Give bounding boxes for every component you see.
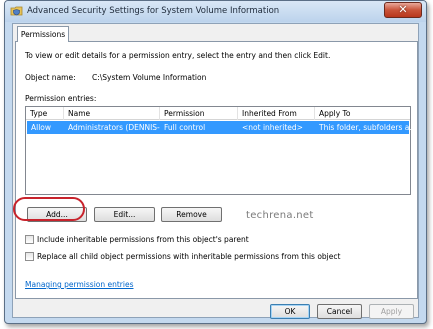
cell-apply-to: This folder, subfolders a...: [319, 123, 411, 132]
close-button[interactable]: ✕: [384, 2, 422, 18]
cell-type: Allow: [31, 123, 52, 132]
cell-permission: Full control: [164, 123, 206, 132]
replace-child-permissions-label: Replace all child object permissions wit…: [37, 252, 341, 261]
permission-entries-label: Permission entries:: [25, 94, 97, 103]
remove-button[interactable]: Remove: [161, 207, 222, 222]
tab-permissions[interactable]: Permissions: [17, 26, 69, 42]
list-header: Type Name Permission Inherited From Appl…: [26, 107, 410, 120]
column-header-name[interactable]: Name: [64, 107, 160, 120]
column-header-permission[interactable]: Permission: [160, 107, 238, 120]
ok-button[interactable]: OK: [270, 304, 310, 319]
cell-name: Administrators (DENNIS-...: [68, 123, 160, 132]
add-button[interactable]: Add...: [27, 207, 87, 222]
cell-inherited-from: <not inherited>: [242, 123, 303, 132]
edit-button[interactable]: Edit...: [94, 207, 155, 222]
object-name-value: C:\System Volume Information: [92, 73, 207, 82]
dialog-window: Advanced Security Settings for System Vo…: [4, 0, 427, 324]
include-inheritable-label: Include inheritable permissions from thi…: [37, 235, 249, 244]
include-inheritable-checkbox[interactable]: [25, 235, 34, 244]
permission-entries-list[interactable]: Type Name Permission Inherited From Appl…: [25, 106, 411, 195]
column-header-apply-to[interactable]: Apply To: [315, 107, 410, 120]
shield-folder-icon: [10, 4, 23, 17]
cancel-button[interactable]: Cancel: [317, 304, 362, 319]
instructions-text: To view or edit details for a permission…: [25, 51, 331, 60]
watermark-text: techrena.net: [246, 210, 314, 221]
window-title: Advanced Security Settings for System Vo…: [27, 6, 280, 16]
object-name-label: Object name:: [25, 73, 76, 82]
column-header-inherited-from[interactable]: Inherited From: [238, 107, 315, 120]
permissions-panel: To view or edit details for a permission…: [15, 41, 418, 299]
dialog-client-area: Permissions To view or edit details for …: [12, 23, 419, 319]
title-bar[interactable]: Advanced Security Settings for System Vo…: [5, 1, 426, 22]
close-icon: ✕: [398, 3, 408, 16]
managing-permission-entries-link[interactable]: Managing permission entries: [25, 280, 134, 289]
apply-button[interactable]: Apply: [369, 304, 414, 319]
table-row[interactable]: Allow Administrators (DENNIS-... Full co…: [27, 121, 411, 134]
column-header-type[interactable]: Type: [26, 107, 64, 120]
replace-child-permissions-checkbox[interactable]: [25, 252, 34, 261]
